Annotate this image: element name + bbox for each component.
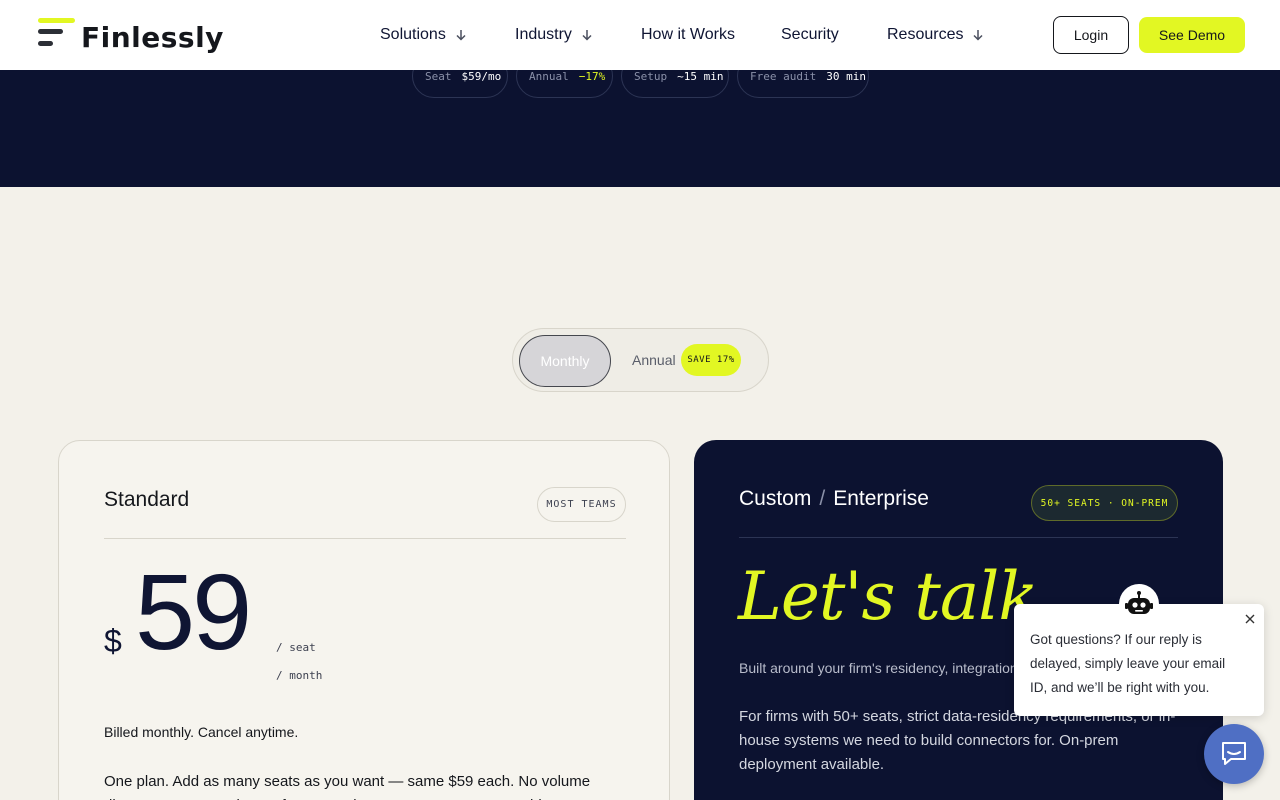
chip-key: Annual [529,69,569,83]
close-icon[interactable] [1243,612,1257,626]
chip-key: Setup [634,69,668,83]
arrow-down-icon [973,30,984,41]
billing-option-monthly[interactable]: Monthly [519,335,611,387]
chat-message: Got questions? If our reply is delayed, … [1030,632,1226,695]
nav-item-industry[interactable]: Industry [515,26,593,44]
arrow-down-icon [582,30,592,41]
billing-note: Billed monthly. Cancel anytime. [104,724,299,740]
chip-key: Seat [425,69,452,83]
plan-title: Custom / Enterprise [739,487,929,511]
chatbot-avatar [1119,584,1159,624]
plan-title: Standard [104,488,190,511]
nav-item-label: Solutions [380,26,446,43]
login-button[interactable]: Login [1053,16,1129,54]
title-separator: / [819,487,826,510]
robot-icon [1125,591,1153,614]
standard-plan-card: Standard MOST TEAMS $ 59 / seat / month … [58,440,670,800]
plan-badge: 50+ SEATS · ON-PREM [1031,485,1178,521]
price-amount: 59 [135,551,252,672]
brand-name: Finlessly [81,21,224,54]
chip-value: $59/mo [461,69,502,83]
chip-value: ~15 min [677,69,724,83]
site-header: Finlessly Solutions Industry How it Work… [0,0,1280,70]
nav-item-resources[interactable]: Resources [887,26,984,44]
divider [739,537,1178,538]
plan-badge: MOST TEAMS [537,487,626,522]
enterprise-headline: Let's talk. [738,558,1058,635]
chat-launcher-button[interactable] [1204,724,1264,784]
nav-item-label: Resources [887,26,964,43]
see-demo-button[interactable]: See Demo [1139,17,1245,53]
nav-item-label: Industry [515,26,572,43]
price-unit-month: / month [276,669,323,682]
chip-value: −17% [578,69,606,83]
nav-item-label: Security [781,26,839,43]
save-badge: SAVE 17% [681,344,741,376]
logo-mark-bar [38,41,53,46]
nav-item-security[interactable]: Security [781,26,839,44]
logo-mark-bar [38,18,75,23]
chip-key: Free audit [750,69,817,83]
logo-mark-bar [38,29,63,34]
billing-option-annual[interactable]: Annual [632,352,676,368]
plan-title-part: Enterprise [833,487,929,510]
chip-value: 30 min [826,69,866,83]
nav-item-label: How it Works [641,26,735,43]
plan-title-part: Custom [739,487,812,510]
nav-item-how-it-works[interactable]: How it Works [641,26,735,44]
plan-description: One plan. Add as many seats as you want … [104,773,591,800]
brand-logo[interactable]: Finlessly [38,16,238,56]
arrow-down-icon [456,30,466,41]
price-unit-seat: / seat [276,641,316,654]
billing-toggle: Monthly Annual SAVE 17% [512,328,769,392]
chat-bubble-icon [1222,742,1246,765]
hero-section: Seat $59/mo Annual −17% Setup ~15 min Fr… [0,54,1280,187]
divider [104,538,626,539]
price-currency: $ [104,623,122,659]
nav-item-solutions[interactable]: Solutions [380,26,467,44]
